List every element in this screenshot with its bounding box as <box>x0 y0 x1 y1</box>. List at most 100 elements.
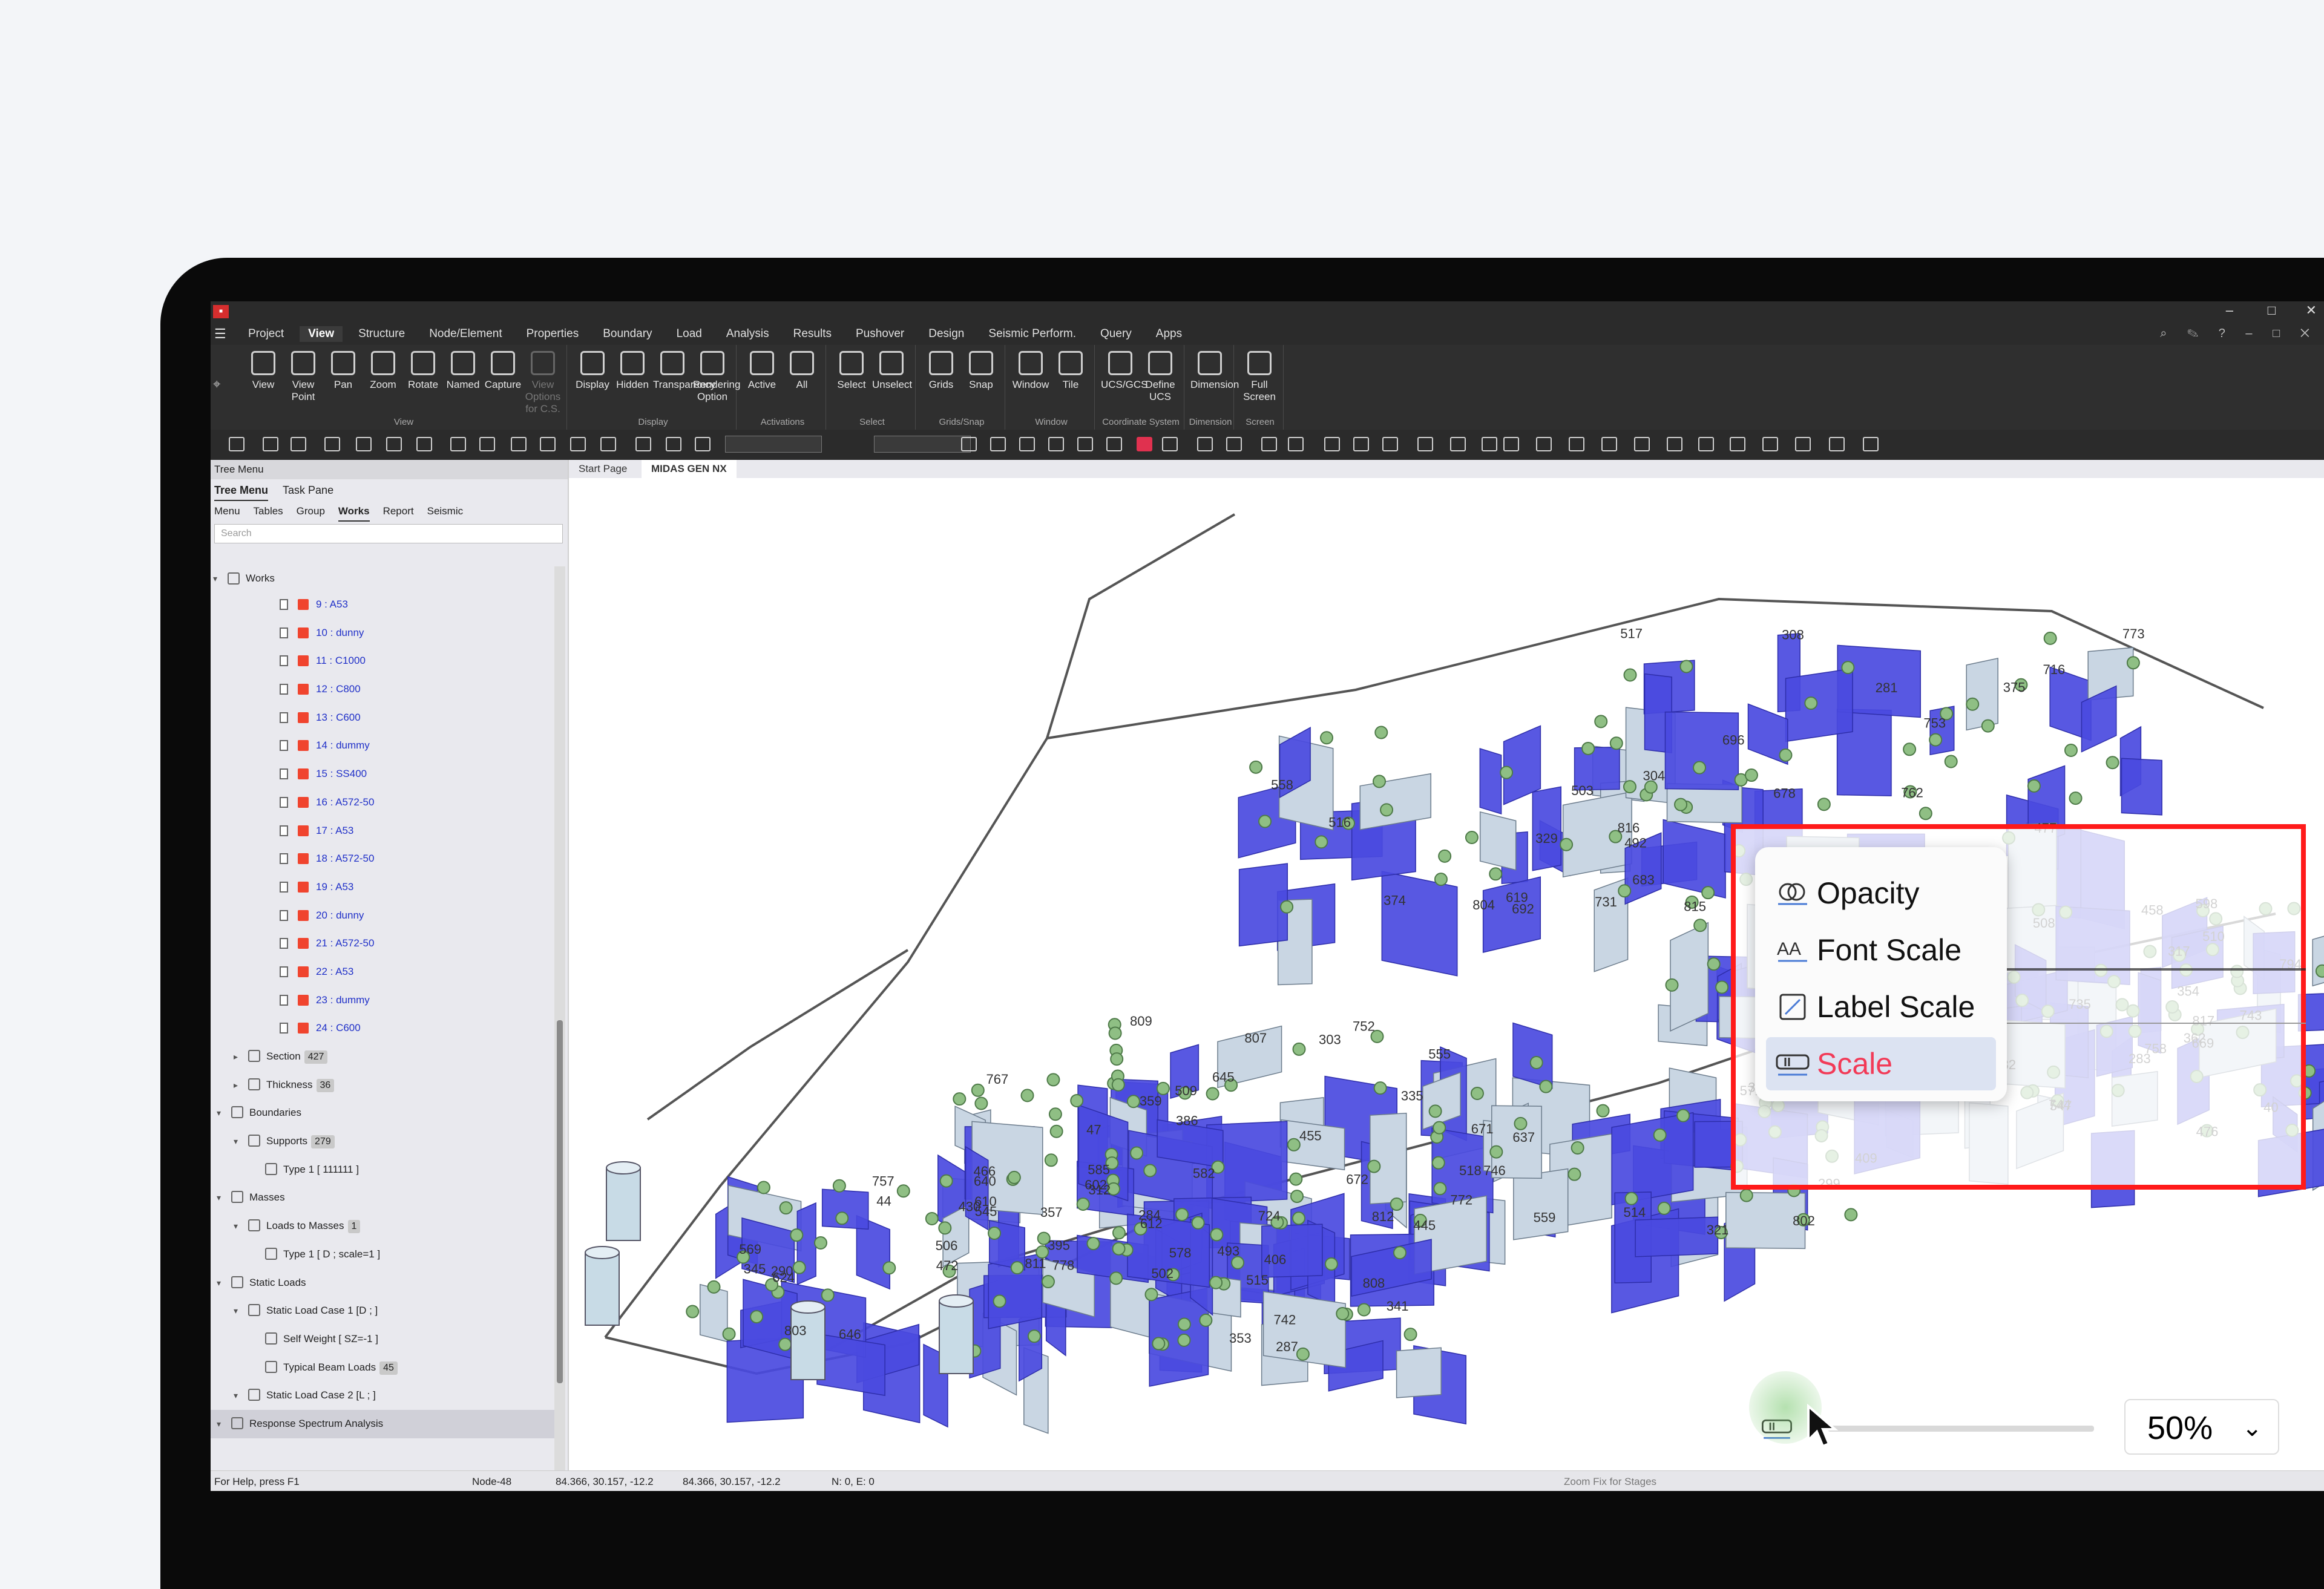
minimize-button[interactable]: – <box>2226 303 2233 318</box>
menu-item-opacity[interactable]: Opacity <box>1766 867 1996 920</box>
toolbar-tool-icon[interactable] <box>1324 437 1340 451</box>
toolbar-tool-icon[interactable] <box>1226 437 1242 451</box>
collapse-arrow-icon[interactable]: ▾ <box>234 1212 238 1240</box>
ribbon-dimension-button[interactable]: Dimension <box>1190 351 1239 391</box>
toolbar-tool-icon[interactable] <box>1353 437 1369 451</box>
menu-boundary[interactable]: Boundary <box>603 327 652 341</box>
tree-item-24-c600[interactable]: 24 : C600 <box>211 1014 556 1043</box>
menu-properties[interactable]: Properties <box>527 327 579 341</box>
toolbar-tool-icon[interactable] <box>1288 437 1304 451</box>
toolbar-tool-icon[interactable] <box>1762 437 1778 451</box>
menu-query[interactable]: Query <box>1100 327 1132 341</box>
tree-item-masses[interactable]: ▾ Masses <box>211 1184 556 1212</box>
tab-start-page[interactable]: Start Page <box>569 460 637 478</box>
tab-tree-menu[interactable]: Tree Menu <box>214 479 269 501</box>
tree-item-thickness[interactable]: ▸ Thickness 36 <box>211 1071 556 1099</box>
toolbar-tool-icon[interactable] <box>263 437 278 451</box>
toolbar-tool-icon[interactable] <box>635 437 651 451</box>
tree-item-static-load-case-2-l[interactable]: ▾ Static Load Case 2 [L ; ] <box>211 1381 556 1410</box>
ribbon-unselect-button[interactable]: Unselect <box>872 351 912 391</box>
ribbon-active-button[interactable]: Active <box>743 351 781 391</box>
tree-item-18-a572-50[interactable]: 18 : A572-50 <box>211 845 556 873</box>
ribbon-transparency-button[interactable]: Transparency <box>653 351 715 391</box>
quick-access-icons[interactable]: ⌕ ✎ ? – □ ✕ <box>2160 327 2318 341</box>
status-zoom-fix[interactable]: Zoom Fix for Stages <box>1564 1476 1656 1488</box>
toolbar-tool-icon[interactable] <box>1730 437 1745 451</box>
menu-view[interactable]: View <box>300 326 343 342</box>
tree-item-22-a53[interactable]: 22 : A53 <box>211 958 556 986</box>
toolbar-tool-icon[interactable] <box>1261 437 1277 451</box>
maximize-button[interactable]: □ <box>2268 303 2276 318</box>
subtab-group[interactable]: Group <box>297 501 325 522</box>
pin-icon[interactable]: ⌖ <box>213 376 220 392</box>
tree-item-type-1-111111[interactable]: Type 1 [ 111111 ] <box>211 1156 556 1184</box>
menu-apps[interactable]: Apps <box>1156 327 1182 341</box>
toolbar-tool-icon[interactable] <box>450 437 466 451</box>
tree-item-17-a53[interactable]: 17 : A53 <box>211 817 556 845</box>
tree-scrollbar[interactable] <box>554 566 565 1474</box>
toolbar-tool-icon[interactable] <box>1077 437 1093 451</box>
toolbar-tool-icon[interactable] <box>990 437 1006 451</box>
menu-pushover[interactable]: Pushover <box>856 327 904 341</box>
toolbar-tool-icon[interactable] <box>1536 437 1552 451</box>
toolbar-tool-icon[interactable] <box>540 437 556 451</box>
toolbar-tool-icon[interactable] <box>1667 437 1682 451</box>
ribbon-view-point-button[interactable]: View Point <box>284 351 323 403</box>
menu-analysis[interactable]: Analysis <box>726 327 769 341</box>
ribbon-view-options-for-c-s-button[interactable]: View Options for C.S. <box>524 351 562 415</box>
toolbar-tool-icon[interactable] <box>479 437 495 451</box>
ribbon-tile-button[interactable]: Tile <box>1051 351 1090 391</box>
tree-search-input[interactable]: Search <box>214 524 563 543</box>
scale-percent-dropdown[interactable]: 50% ⌄ <box>2124 1399 2279 1455</box>
ribbon-zoom-button[interactable]: Zoom <box>364 351 402 391</box>
close-button[interactable]: ✕ <box>2306 303 2317 318</box>
menu-item-font-scale[interactable]: AA Font Scale <box>1766 923 1996 977</box>
toolbar-tool-icon[interactable] <box>666 437 681 451</box>
toolbar-dropdown[interactable] <box>725 436 822 453</box>
ribbon-window-button[interactable]: Window <box>1011 351 1050 391</box>
tree-item-14-dummy[interactable]: 14 : dummy <box>211 732 556 760</box>
collapse-arrow-icon[interactable]: ▾ <box>234 1381 238 1410</box>
toolbar-tool-icon[interactable] <box>961 437 977 451</box>
ribbon-grids-button[interactable]: Grids <box>922 351 960 391</box>
menu-design[interactable]: Design <box>928 327 964 341</box>
tree-item-12-c800[interactable]: 12 : C800 <box>211 675 556 704</box>
collapse-arrow-icon[interactable]: ▾ <box>217 1410 221 1438</box>
tree-root-works[interactable]: ▾ Works <box>211 566 556 591</box>
toolbar-tool-icon[interactable] <box>1450 437 1466 451</box>
toolbar-tool-icon[interactable] <box>1048 437 1064 451</box>
tree-item-static-load-case-1-d[interactable]: ▾ Static Load Case 1 [D ; ] <box>211 1297 556 1325</box>
tree-item-loads-to-masses[interactable]: ▾ Loads to Masses 1 <box>211 1212 556 1240</box>
tree-item-supports[interactable]: ▾ Supports 279 <box>211 1127 556 1156</box>
toolbar-tool-icon[interactable] <box>1137 437 1152 451</box>
tree-item-20-dunny[interactable]: 20 : dunny <box>211 902 556 930</box>
subtab-seismic[interactable]: Seismic <box>427 501 464 522</box>
ribbon-pan-button[interactable]: Pan <box>324 351 363 391</box>
ribbon-display-button[interactable]: Display <box>573 351 612 391</box>
collapse-arrow-icon[interactable]: ▾ <box>234 1297 238 1325</box>
expand-arrow-icon[interactable]: ▸ <box>234 1071 238 1099</box>
hamburger-menu-icon[interactable]: ☰ <box>214 326 226 342</box>
toolbar-tool-icon[interactable] <box>1503 437 1519 451</box>
tree-item-type-1-d-scale-1[interactable]: Type 1 [ D ; scale=1 ] <box>211 1240 556 1269</box>
ribbon-define-ucs-button[interactable]: Define UCS <box>1141 351 1180 403</box>
subtab-works[interactable]: Works <box>338 501 370 522</box>
toolbar-tool-icon[interactable] <box>600 437 616 451</box>
toolbar-tool-icon[interactable] <box>1698 437 1714 451</box>
toolbar-tool-icon[interactable] <box>511 437 527 451</box>
toolbar-tool-icon[interactable] <box>1829 437 1845 451</box>
tree-item-21-a572-50[interactable]: 21 : A572-50 <box>211 929 556 958</box>
tab-task-pane[interactable]: Task Pane <box>283 479 333 501</box>
toolbar-tool-icon[interactable] <box>1197 437 1213 451</box>
menu-structure[interactable]: Structure <box>358 327 405 341</box>
tree-item-response-spectrum-analysis[interactable]: ▾ Response Spectrum Analysis <box>211 1409 556 1438</box>
toolbar-tool-icon[interactable] <box>1162 437 1178 451</box>
menu-seismic-perform[interactable]: Seismic Perform. <box>988 327 1076 341</box>
toolbar-tool-icon[interactable] <box>386 437 402 451</box>
toolbar-tool-icon[interactable] <box>324 437 340 451</box>
subtab-report[interactable]: Report <box>383 501 414 522</box>
subtab-tables[interactable]: Tables <box>254 501 283 522</box>
ribbon-full-screen-button[interactable]: Full Screen <box>1240 351 1279 403</box>
menu-node-element[interactable]: Node/Element <box>429 327 502 341</box>
menu-item-scale[interactable]: Scale <box>1766 1037 1996 1090</box>
